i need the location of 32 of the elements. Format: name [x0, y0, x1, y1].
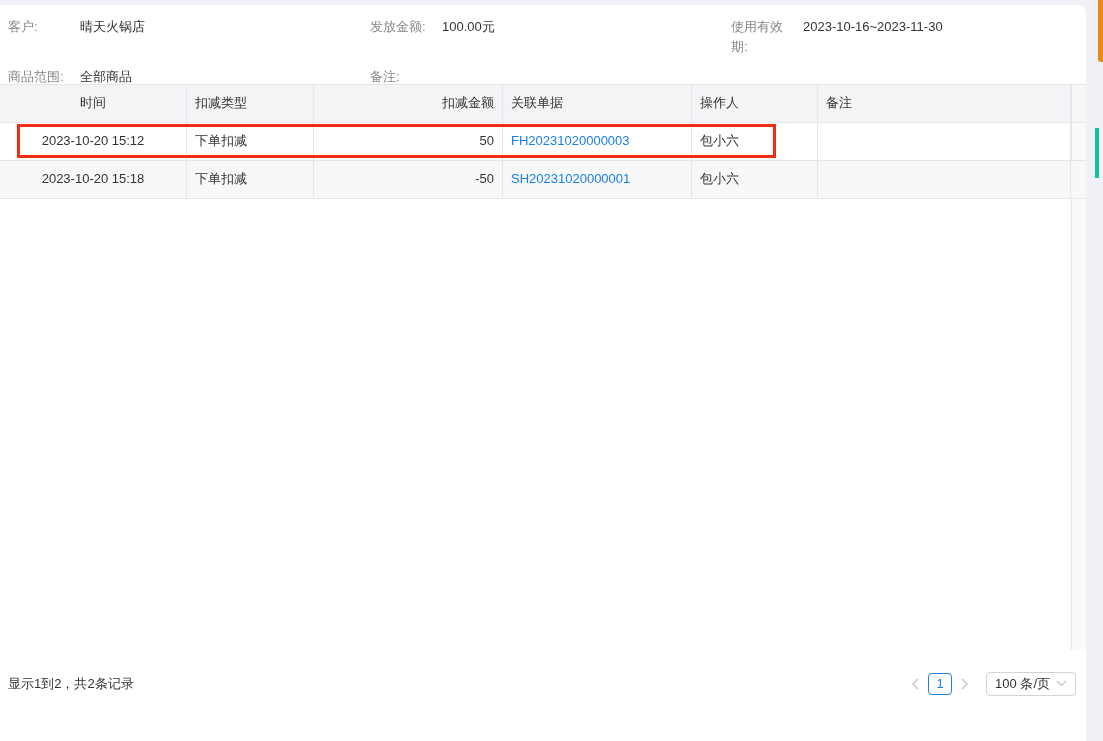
column-header: 扣减金额	[314, 85, 503, 122]
table-cell: 2023-10-20 15:18	[0, 161, 187, 198]
scroll-marker	[1095, 128, 1099, 178]
table-cell: 包小六	[692, 161, 818, 198]
page-size-select[interactable]: 100 条/页	[986, 671, 1076, 696]
table-cell: 2023-10-20 15:12	[0, 123, 187, 160]
table-cell: 包小六	[692, 123, 818, 160]
field-value: 2023-10-16~2023-11-30	[803, 18, 943, 36]
previous-page-icon[interactable]	[912, 677, 921, 690]
side-tab-marker	[1098, 0, 1103, 62]
column-header: 操作人	[692, 85, 818, 122]
field-label: 备注:	[370, 68, 401, 86]
table-cell: 50	[314, 123, 503, 160]
field-value: 晴天火锅店	[80, 18, 145, 36]
document-link[interactable]: SH20231020000001	[511, 171, 631, 186]
column-header: 扣减类型	[187, 85, 314, 122]
column-header: 关联单据	[503, 85, 692, 122]
table-cell: 下单扣减	[187, 161, 314, 198]
table-cell: 下单扣减	[187, 123, 314, 160]
field-label: 使用有效期:	[731, 18, 784, 56]
record-summary: 显示1到2，共2条记录	[8, 674, 135, 693]
field-value: 全部商品	[80, 68, 132, 86]
field-value: 100.00元	[442, 18, 495, 36]
page-button[interactable]: 1	[928, 672, 953, 695]
next-page-icon[interactable]	[960, 677, 969, 690]
column-header: 时间	[0, 85, 187, 122]
table-cell: -50	[314, 161, 503, 198]
document-link[interactable]: FH20231020000003	[511, 133, 630, 148]
field-label: 商品范围:	[8, 68, 65, 86]
chevron-down-icon	[1056, 680, 1067, 687]
field-label: 发放金额:	[370, 18, 427, 36]
field-label: 客户:	[8, 18, 39, 36]
